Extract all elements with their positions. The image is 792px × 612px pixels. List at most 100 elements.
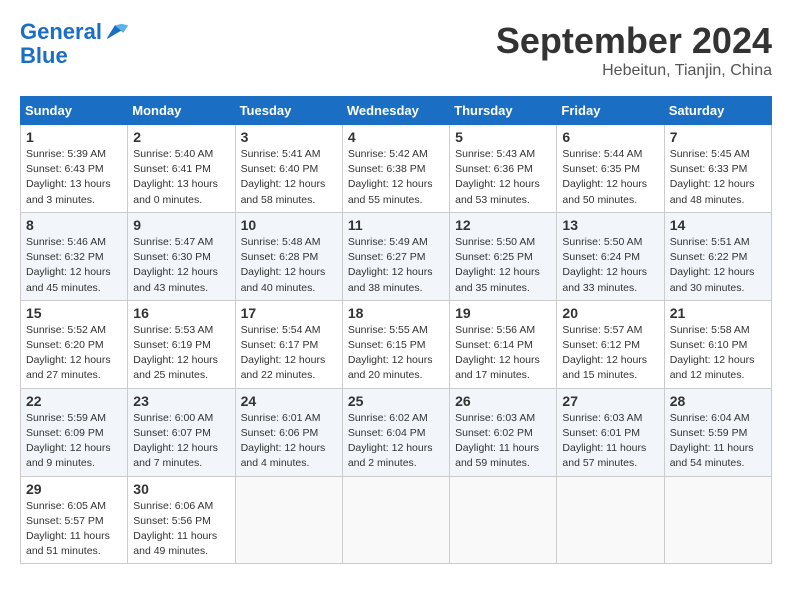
day-number: 6 [562, 129, 658, 145]
calendar-cell: 1 Sunrise: 5:39 AMSunset: 6:43 PMDaylight… [21, 125, 128, 213]
calendar-cell: 12 Sunrise: 5:50 AMSunset: 6:25 PMDayligh… [450, 212, 557, 300]
day-info: Sunrise: 6:01 AMSunset: 6:06 PMDaylight:… [241, 411, 337, 472]
day-number: 11 [348, 217, 444, 233]
calendar-cell: 5 Sunrise: 5:43 AMSunset: 6:36 PMDaylight… [450, 125, 557, 213]
day-info: Sunrise: 5:52 AMSunset: 6:20 PMDaylight:… [26, 323, 122, 384]
day-number: 23 [133, 393, 229, 409]
day-number: 19 [455, 305, 551, 321]
calendar-cell: 28Sunrise: 6:04 AMSunset: 5:59 PMDayligh… [664, 388, 771, 476]
day-info: Sunrise: 5:49 AMSunset: 6:27 PMDaylight:… [348, 235, 444, 296]
calendar-cell: 22 Sunrise: 5:59 AMSunset: 6:09 PMDayligh… [21, 388, 128, 476]
day-info: Sunrise: 5:57 AMSunset: 6:12 PMDaylight:… [562, 323, 658, 384]
day-number: 18 [348, 305, 444, 321]
calendar-cell: 13 Sunrise: 5:50 AMSunset: 6:24 PMDayligh… [557, 212, 664, 300]
calendar-cell: 21 Sunrise: 5:58 AMSunset: 6:10 PMDayligh… [664, 300, 771, 388]
day-number: 15 [26, 305, 122, 321]
day-info: Sunrise: 5:55 AMSunset: 6:15 PMDaylight:… [348, 323, 444, 384]
day-info: Sunrise: 5:44 AMSunset: 6:35 PMDaylight:… [562, 147, 658, 208]
logo-icon [104, 20, 128, 44]
calendar-cell: 11 Sunrise: 5:49 AMSunset: 6:27 PMDayligh… [342, 212, 449, 300]
day-number: 2 [133, 129, 229, 145]
title-block: September 2024 Hebeitun, Tianjin, China [496, 20, 772, 80]
calendar-cell: 15 Sunrise: 5:52 AMSunset: 6:20 PMDayligh… [21, 300, 128, 388]
day-number: 1 [26, 129, 122, 145]
day-header-monday: Monday [128, 97, 235, 125]
calendar-cell: 4 Sunrise: 5:42 AMSunset: 6:38 PMDaylight… [342, 125, 449, 213]
day-number: 9 [133, 217, 229, 233]
calendar-cell: 26Sunrise: 6:03 AMSunset: 6:02 PMDayligh… [450, 388, 557, 476]
day-info: Sunrise: 5:59 AMSunset: 6:09 PMDaylight:… [26, 411, 122, 472]
day-info: Sunrise: 5:51 AMSunset: 6:22 PMDaylight:… [670, 235, 766, 296]
calendar-cell: 17 Sunrise: 5:54 AMSunset: 6:17 PMDayligh… [235, 300, 342, 388]
day-number: 12 [455, 217, 551, 233]
day-number: 13 [562, 217, 658, 233]
day-number: 27 [562, 393, 658, 409]
day-number: 28 [670, 393, 766, 409]
day-info: Sunrise: 6:02 AMSunset: 6:04 PMDaylight:… [348, 411, 444, 472]
calendar-cell: 30 Sunrise: 6:06 AMSunset: 5:56 PMDayligh… [128, 476, 235, 564]
day-header-thursday: Thursday [450, 97, 557, 125]
day-number: 17 [241, 305, 337, 321]
calendar-cell: 20 Sunrise: 5:57 AMSunset: 6:12 PMDayligh… [557, 300, 664, 388]
calendar-cell: 24 Sunrise: 6:01 AMSunset: 6:06 PMDayligh… [235, 388, 342, 476]
day-header-friday: Friday [557, 97, 664, 125]
header-row: SundayMondayTuesdayWednesdayThursdayFrid… [21, 97, 772, 125]
calendar-cell: 29Sunrise: 6:05 AMSunset: 5:57 PMDayligh… [21, 476, 128, 564]
day-number: 20 [562, 305, 658, 321]
day-number: 7 [670, 129, 766, 145]
week-row-3: 15 Sunrise: 5:52 AMSunset: 6:20 PMDayligh… [21, 300, 772, 388]
week-row-4: 22 Sunrise: 5:59 AMSunset: 6:09 PMDayligh… [21, 388, 772, 476]
day-info: Sunrise: 6:06 AMSunset: 5:56 PMDaylight:… [133, 499, 229, 560]
logo-text-2: Blue [20, 44, 128, 68]
day-info: Sunrise: 6:03 AMSunset: 6:01 PMDaylight:… [562, 411, 658, 472]
day-header-sunday: Sunday [21, 97, 128, 125]
calendar-cell: 6 Sunrise: 5:44 AMSunset: 6:35 PMDaylight… [557, 125, 664, 213]
day-info: Sunrise: 5:50 AMSunset: 6:24 PMDaylight:… [562, 235, 658, 296]
calendar-cell [342, 476, 449, 564]
calendar-cell: 18 Sunrise: 5:55 AMSunset: 6:15 PMDayligh… [342, 300, 449, 388]
day-header-saturday: Saturday [664, 97, 771, 125]
day-number: 24 [241, 393, 337, 409]
day-number: 30 [133, 481, 229, 497]
day-number: 3 [241, 129, 337, 145]
day-number: 22 [26, 393, 122, 409]
day-info: Sunrise: 5:56 AMSunset: 6:14 PMDaylight:… [455, 323, 551, 384]
day-number: 14 [670, 217, 766, 233]
calendar-cell: 7Sunrise: 5:45 AMSunset: 6:33 PMDaylight… [664, 125, 771, 213]
page-header: General Blue September 2024 Hebeitun, Ti… [20, 20, 772, 80]
month-title: September 2024 [496, 20, 772, 62]
day-info: Sunrise: 6:03 AMSunset: 6:02 PMDaylight:… [455, 411, 551, 472]
calendar-cell: 14 Sunrise: 5:51 AMSunset: 6:22 PMDayligh… [664, 212, 771, 300]
day-info: Sunrise: 5:50 AMSunset: 6:25 PMDaylight:… [455, 235, 551, 296]
day-number: 8 [26, 217, 122, 233]
day-info: Sunrise: 5:46 AMSunset: 6:32 PMDaylight:… [26, 235, 122, 296]
logo-text: General [20, 20, 102, 44]
day-info: Sunrise: 5:58 AMSunset: 6:10 PMDaylight:… [670, 323, 766, 384]
calendar-cell [450, 476, 557, 564]
day-info: Sunrise: 5:48 AMSunset: 6:28 PMDaylight:… [241, 235, 337, 296]
day-number: 4 [348, 129, 444, 145]
location: Hebeitun, Tianjin, China [496, 62, 772, 80]
day-info: Sunrise: 5:53 AMSunset: 6:19 PMDaylight:… [133, 323, 229, 384]
calendar-cell: 9 Sunrise: 5:47 AMSunset: 6:30 PMDaylight… [128, 212, 235, 300]
day-info: Sunrise: 5:40 AMSunset: 6:41 PMDaylight:… [133, 147, 229, 208]
week-row-2: 8 Sunrise: 5:46 AMSunset: 6:32 PMDaylight… [21, 212, 772, 300]
calendar-cell [664, 476, 771, 564]
day-info: Sunrise: 5:47 AMSunset: 6:30 PMDaylight:… [133, 235, 229, 296]
calendar-cell [557, 476, 664, 564]
week-row-1: 1 Sunrise: 5:39 AMSunset: 6:43 PMDaylight… [21, 125, 772, 213]
day-info: Sunrise: 5:54 AMSunset: 6:17 PMDaylight:… [241, 323, 337, 384]
day-info: Sunrise: 5:42 AMSunset: 6:38 PMDaylight:… [348, 147, 444, 208]
day-number: 21 [670, 305, 766, 321]
calendar-cell [235, 476, 342, 564]
day-number: 5 [455, 129, 551, 145]
day-number: 29 [26, 481, 122, 497]
calendar-cell: 3Sunrise: 5:41 AMSunset: 6:40 PMDaylight… [235, 125, 342, 213]
calendar-cell: 25Sunrise: 6:02 AMSunset: 6:04 PMDayligh… [342, 388, 449, 476]
calendar-cell: 2 Sunrise: 5:40 AMSunset: 6:41 PMDaylight… [128, 125, 235, 213]
calendar-table: SundayMondayTuesdayWednesdayThursdayFrid… [20, 96, 772, 564]
calendar-cell: 10 Sunrise: 5:48 AMSunset: 6:28 PMDayligh… [235, 212, 342, 300]
day-info: Sunrise: 5:43 AMSunset: 6:36 PMDaylight:… [455, 147, 551, 208]
day-number: 10 [241, 217, 337, 233]
day-info: Sunrise: 5:39 AMSunset: 6:43 PMDaylight:… [26, 147, 122, 208]
